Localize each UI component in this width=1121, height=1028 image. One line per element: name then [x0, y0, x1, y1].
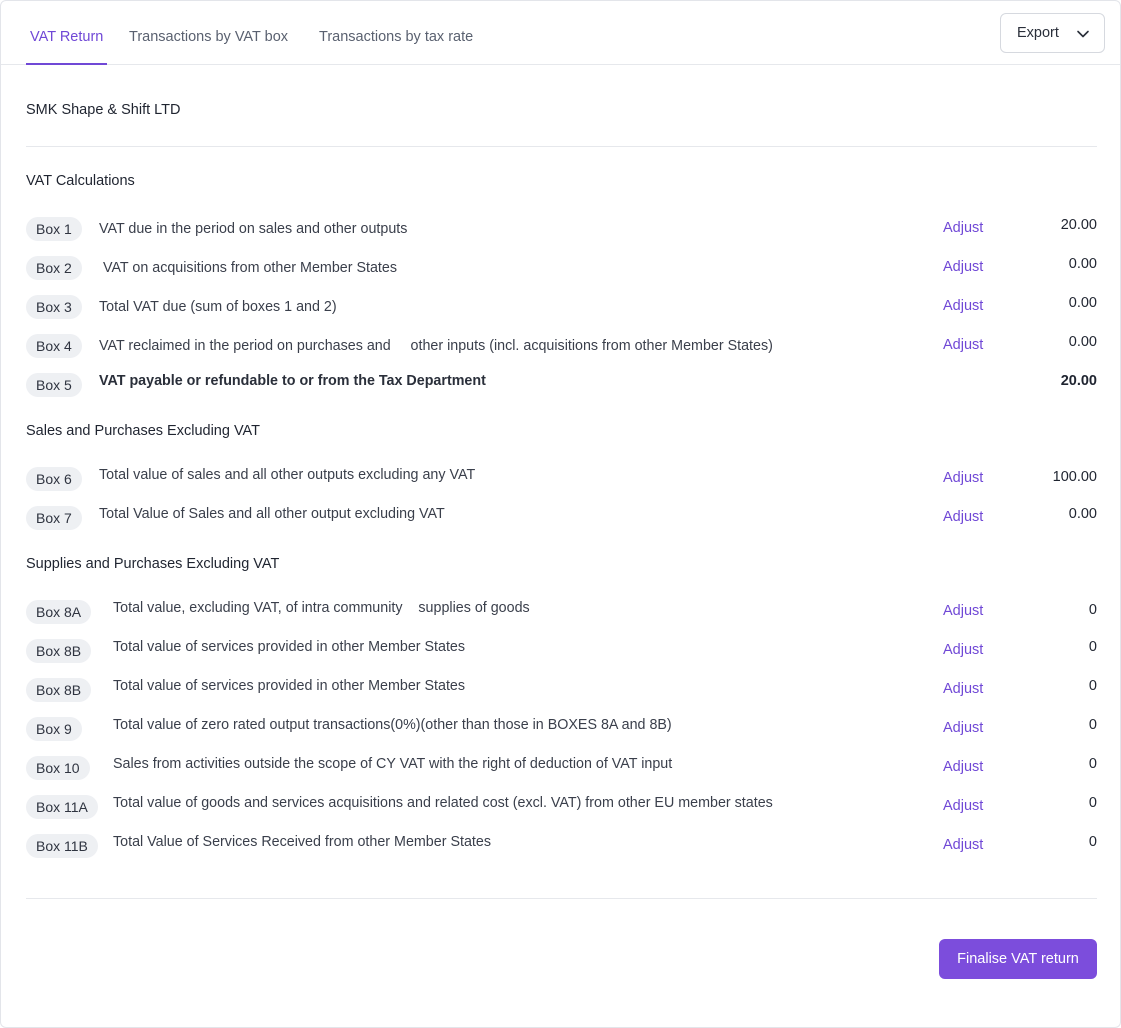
adjust-link-box-1[interactable]: Adjust — [943, 220, 983, 236]
vat-return-panel: VAT Return Transactions by VAT box Trans… — [0, 0, 1121, 1028]
row-amount: 20.00 — [1060, 217, 1097, 233]
tab-transactions-by-tax-rate[interactable]: Transactions by tax rate — [319, 1, 473, 65]
adjust-link-box-9[interactable]: Adjust — [943, 720, 983, 736]
row-amount: 0.00 — [1068, 506, 1097, 522]
row-description: Total VAT due (sum of boxes 1 and 2) — [99, 299, 337, 315]
chevron-down-icon — [1077, 30, 1089, 38]
box-badge: Box 3 — [26, 295, 82, 319]
box-badge: Box 9 — [26, 717, 82, 741]
row-description: Total value, excluding VAT, of intra com… — [113, 600, 530, 616]
row-description: Total value of goods and services acquis… — [113, 795, 773, 811]
vat-row-box-11b: Box 11B Total Value of Services Received… — [26, 834, 1097, 860]
row-description: Total value of services provided in othe… — [113, 678, 466, 694]
row-amount: 0 — [1088, 834, 1097, 850]
row-amount: 0 — [1088, 795, 1097, 811]
row-description: VAT due in the period on sales and other… — [99, 221, 408, 237]
row-description: Total value of services provided in othe… — [113, 639, 466, 655]
section-title-sales-purchases: Sales and Purchases Excluding VAT — [26, 423, 261, 439]
box-badge: Box 5 — [26, 373, 82, 397]
vat-row-box-11a: Box 11A Total value of goods and service… — [26, 795, 1097, 821]
box-badge: Box 8B — [26, 678, 92, 702]
row-description: Total Value of Services Received from ot… — [113, 834, 491, 850]
vat-row-box-5: Box 5 VAT payable or refundable to or fr… — [26, 373, 1097, 399]
adjust-link-box-3[interactable]: Adjust — [943, 298, 983, 314]
row-description: VAT payable or refundable to or from the… — [99, 373, 486, 389]
adjust-link-box-8a[interactable]: Adjust — [943, 603, 983, 619]
vat-row-box-6: Box 6 Total value of sales and all other… — [26, 467, 1097, 493]
row-description: Sales from activities outside the scope … — [113, 756, 673, 772]
row-amount: 0.00 — [1068, 334, 1097, 350]
finalise-vat-return-button[interactable]: Finalise VAT return — [939, 939, 1097, 979]
row-description: VAT reclaimed in the period on purchases… — [99, 338, 773, 354]
adjust-link-box-7[interactable]: Adjust — [943, 509, 983, 525]
vat-row-box-10: Box 10 Sales from activities outside the… — [26, 756, 1097, 782]
tab-vat-return[interactable]: VAT Return — [26, 1, 108, 65]
adjust-link-box-11a[interactable]: Adjust — [943, 798, 983, 814]
vat-row-box-8b: Box 8B Total value of services provided … — [26, 639, 1097, 665]
tab-transactions-by-vat-box[interactable]: Transactions by VAT box — [129, 1, 288, 65]
adjust-link-box-8b[interactable]: Adjust — [943, 642, 983, 658]
adjust-link-box-4[interactable]: Adjust — [943, 337, 983, 353]
box-badge: Box 10 — [26, 756, 90, 780]
box-badge: Box 4 — [26, 334, 82, 358]
vat-row-box-4: Box 4 VAT reclaimed in the period on pur… — [26, 334, 1097, 360]
box-badge: Box 1 — [26, 217, 82, 241]
vat-row-box-1: Box 1 VAT due in the period on sales and… — [26, 217, 1097, 243]
row-description: VAT on acquisitions from other Member St… — [99, 260, 397, 276]
row-description: Total value of zero rated output transac… — [113, 717, 672, 733]
row-amount: 0.00 — [1068, 256, 1097, 272]
box-badge: Box 11A — [26, 795, 98, 819]
divider — [26, 898, 1097, 899]
vat-row-box-3: Box 3 Total VAT due (sum of boxes 1 and … — [26, 295, 1097, 321]
row-amount-total: 20.00 — [1060, 373, 1097, 389]
export-button[interactable]: Export — [1000, 13, 1105, 53]
section-title-supplies-purchases: Supplies and Purchases Excluding VAT — [26, 556, 280, 572]
adjust-link-box-8b-2[interactable]: Adjust — [943, 681, 983, 697]
company-name: SMK Shape & Shift LTD — [26, 102, 181, 118]
row-description: Total value of sales and all other outpu… — [99, 467, 476, 483]
tab-bar: VAT Return Transactions by VAT box Trans… — [1, 1, 1120, 65]
adjust-link-box-2[interactable]: Adjust — [943, 259, 983, 275]
box-badge: Box 6 — [26, 467, 82, 491]
vat-row-box-2: Box 2 VAT on acquisitions from other Mem… — [26, 256, 1097, 282]
row-description: Total Value of Sales and all other outpu… — [99, 506, 445, 522]
export-button-label: Export — [1017, 25, 1059, 41]
row-amount: 100.00 — [1052, 469, 1097, 485]
vat-row-box-8b-2: Box 8B Total value of services provided … — [26, 678, 1097, 704]
box-badge: Box 8B — [26, 639, 92, 663]
row-amount: 0 — [1088, 639, 1097, 655]
adjust-link-box-6[interactable]: Adjust — [943, 470, 983, 486]
row-amount: 0 — [1088, 678, 1097, 694]
vat-row-box-8a: Box 8A Total value, excluding VAT, of in… — [26, 600, 1097, 626]
box-badge: Box 8A — [26, 600, 92, 624]
divider — [26, 146, 1097, 147]
box-badge: Box 2 — [26, 256, 82, 280]
vat-row-box-9: Box 9 Total value of zero rated output t… — [26, 717, 1097, 743]
box-badge: Box 11B — [26, 834, 98, 858]
box-badge: Box 7 — [26, 506, 82, 530]
row-amount: 0.00 — [1068, 295, 1097, 311]
row-amount: 0 — [1088, 756, 1097, 772]
row-amount: 0 — [1088, 717, 1097, 733]
adjust-link-box-10[interactable]: Adjust — [943, 759, 983, 775]
adjust-link-box-11b[interactable]: Adjust — [943, 837, 983, 853]
vat-row-box-7: Box 7 Total Value of Sales and all other… — [26, 506, 1097, 532]
section-title-vat-calculations: VAT Calculations — [26, 173, 135, 189]
row-amount: 0 — [1088, 602, 1097, 618]
